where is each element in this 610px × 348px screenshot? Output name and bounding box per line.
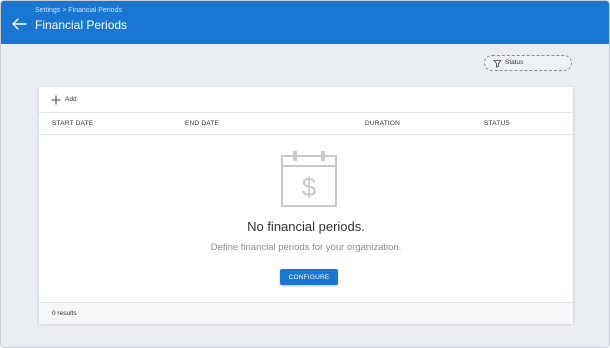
table-header: START DATE END DATE DURATION STATUS — [39, 113, 573, 135]
column-header-status[interactable]: STATUS — [484, 120, 510, 127]
column-header-end-date[interactable]: END DATE — [185, 120, 219, 127]
filter-icon — [493, 59, 502, 68]
add-button-label: Add — [65, 96, 77, 103]
table-footer: 0 results — [39, 302, 573, 324]
financial-periods-card: Add START DATE END DATE DURATION STATUS … — [39, 87, 573, 324]
empty-state-title: No financial periods. — [247, 219, 365, 234]
svg-text:$: $ — [302, 172, 317, 202]
plus-icon — [51, 95, 61, 105]
results-count: 0 results — [52, 310, 77, 317]
calendar-dollar-icon: $ — [281, 151, 337, 207]
breadcrumb: Settings > Financial Periods — [35, 7, 122, 14]
table-toolbar: Add — [39, 87, 573, 113]
back-arrow-icon[interactable] — [11, 16, 27, 32]
configure-button[interactable]: CONFIGURE — [280, 269, 338, 285]
status-filter-label: Status — [505, 59, 524, 66]
column-header-duration[interactable]: DURATION — [365, 120, 400, 127]
empty-state-subtitle: Define financial periods for your organi… — [210, 242, 402, 253]
column-header-start-date[interactable]: START DATE — [52, 120, 93, 127]
status-filter-chip[interactable]: Status — [484, 55, 572, 71]
page-title: Financial Periods — [35, 18, 128, 32]
app-header: Settings > Financial Periods Financial P… — [1, 1, 609, 44]
app-window: Settings > Financial Periods Financial P… — [0, 0, 610, 348]
